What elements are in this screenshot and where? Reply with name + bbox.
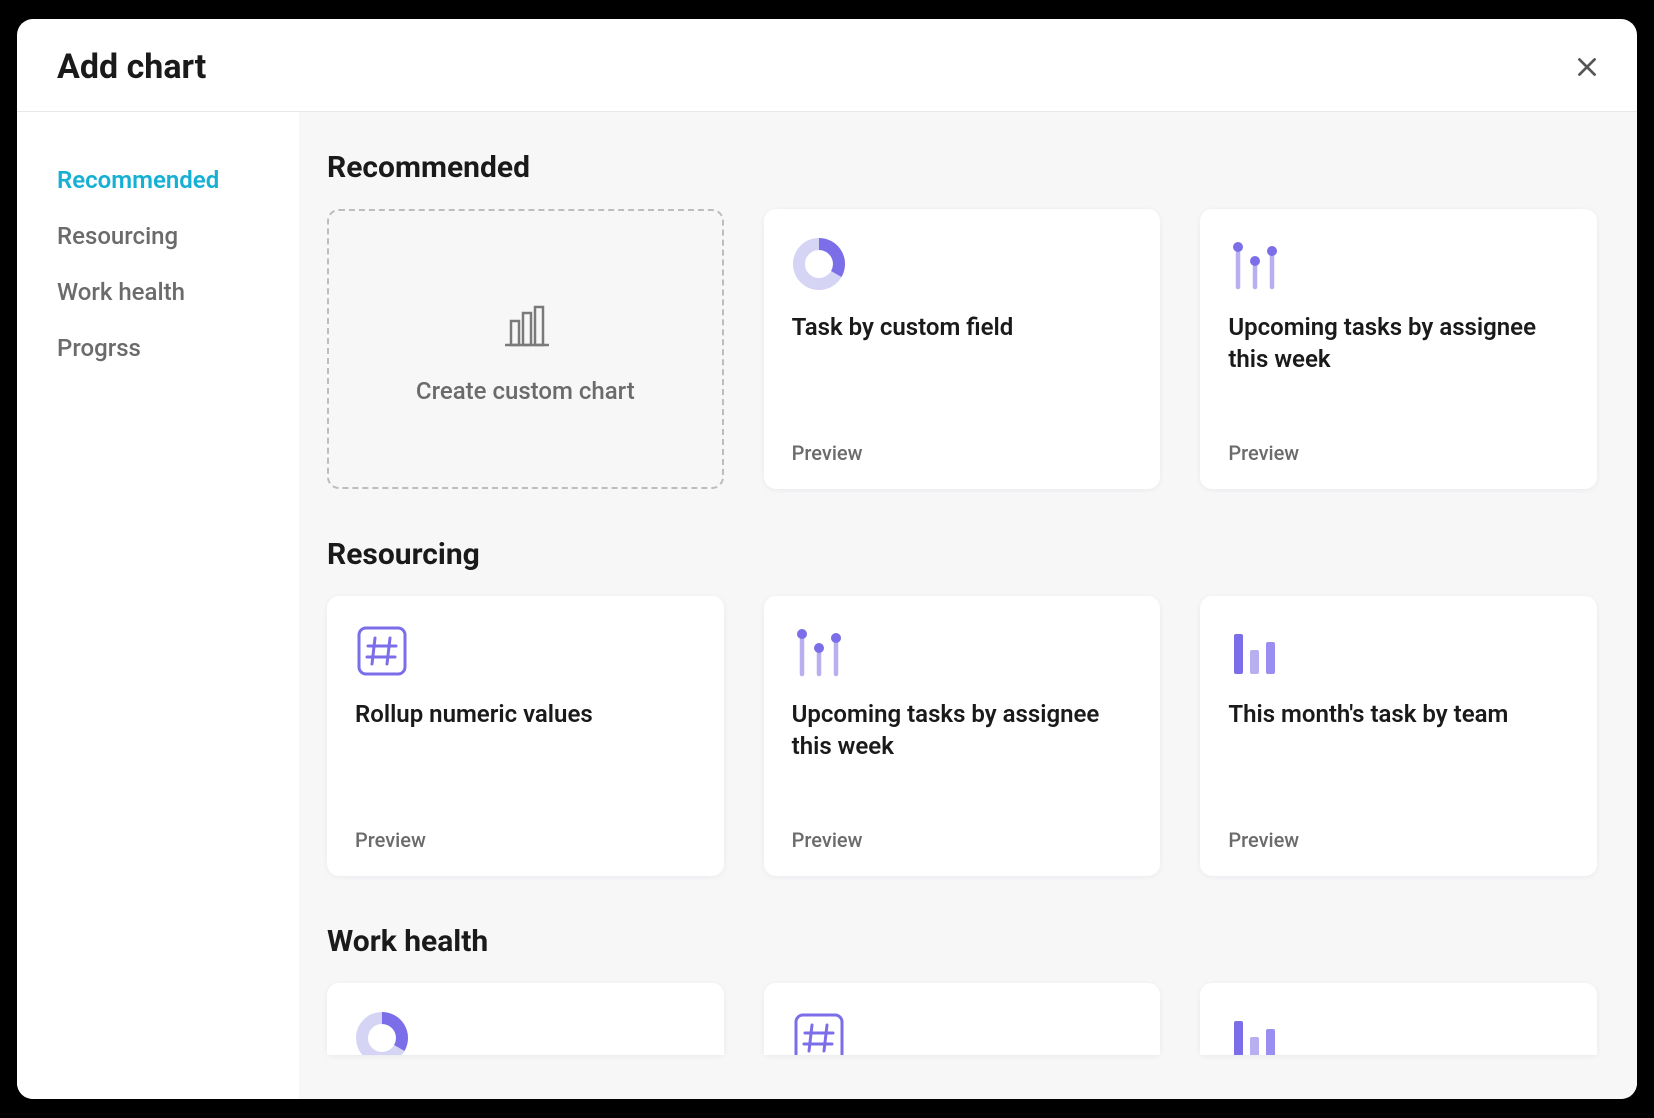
donut-chart-icon: [355, 1011, 409, 1055]
modal-body: Recommended Resourcing Work health Progr…: [17, 112, 1637, 1099]
modal-header: Add chart: [17, 19, 1637, 112]
sidebar-item-progress[interactable]: Progrss: [57, 320, 279, 376]
section-title-work-health: Work health: [327, 924, 1597, 959]
preview-link[interactable]: Preview: [355, 828, 696, 852]
chart-card-rollup-numeric[interactable]: Rollup numeric values Preview: [327, 596, 724, 876]
chart-card-upcoming-tasks-rec[interactable]: Upcoming tasks by assignee this week Pre…: [1200, 209, 1597, 489]
add-chart-modal: Add chart Recommended Resourcing Work he…: [17, 19, 1637, 1099]
preview-link[interactable]: Preview: [1228, 828, 1569, 852]
chart-card-title: Upcoming tasks by assignee this week: [1228, 311, 1569, 376]
create-custom-chart-label: Create custom chart: [416, 377, 635, 405]
chart-card-title: Rollup numeric values: [355, 698, 696, 730]
sidebar-item-resourcing[interactable]: Resourcing: [57, 208, 279, 264]
sidebar-item-work-health[interactable]: Work health: [57, 264, 279, 320]
donut-chart-icon: [792, 237, 846, 291]
preview-link[interactable]: Preview: [1228, 441, 1569, 465]
resourcing-cards: Rollup numeric values Preview Upcoming t…: [327, 596, 1597, 876]
modal-title: Add chart: [57, 47, 206, 87]
hash-box-icon: [792, 1011, 846, 1055]
recommended-cards: Create custom chart Task by custom field…: [327, 209, 1597, 489]
chart-card-month-task-by-team[interactable]: This month's task by team Preview: [1200, 596, 1597, 876]
chart-card-work-health-1[interactable]: [327, 983, 724, 1055]
bar-chart-icon: [1228, 624, 1282, 678]
chart-card-upcoming-tasks-res[interactable]: Upcoming tasks by assignee this week Pre…: [764, 596, 1161, 876]
chart-card-work-health-3[interactable]: [1200, 983, 1597, 1055]
preview-link[interactable]: Preview: [792, 828, 1133, 852]
bar-chart-icon: [1228, 1011, 1282, 1055]
close-button[interactable]: [1569, 49, 1605, 85]
main-content: Recommended Create custom chart: [299, 112, 1637, 1099]
lollipop-chart-icon: [792, 624, 846, 678]
section-title-resourcing: Resourcing: [327, 537, 1597, 572]
chart-card-title: Upcoming tasks by assignee this week: [792, 698, 1133, 763]
chart-card-task-by-custom-field[interactable]: Task by custom field Preview: [764, 209, 1161, 489]
chart-card-work-health-2[interactable]: [764, 983, 1161, 1055]
chart-card-title: Task by custom field: [792, 311, 1133, 343]
close-icon: [1574, 54, 1600, 80]
sidebar: Recommended Resourcing Work health Progr…: [17, 112, 299, 1099]
bar-chart-icon: [497, 297, 553, 353]
lollipop-chart-icon: [1228, 237, 1282, 291]
section-title-recommended: Recommended: [327, 150, 1597, 185]
work-health-cards: [327, 983, 1597, 1055]
sidebar-item-recommended[interactable]: Recommended: [57, 152, 279, 208]
chart-card-title: This month's task by team: [1228, 698, 1569, 730]
hash-box-icon: [355, 624, 409, 678]
preview-link[interactable]: Preview: [792, 441, 1133, 465]
create-custom-chart-card[interactable]: Create custom chart: [327, 209, 724, 489]
